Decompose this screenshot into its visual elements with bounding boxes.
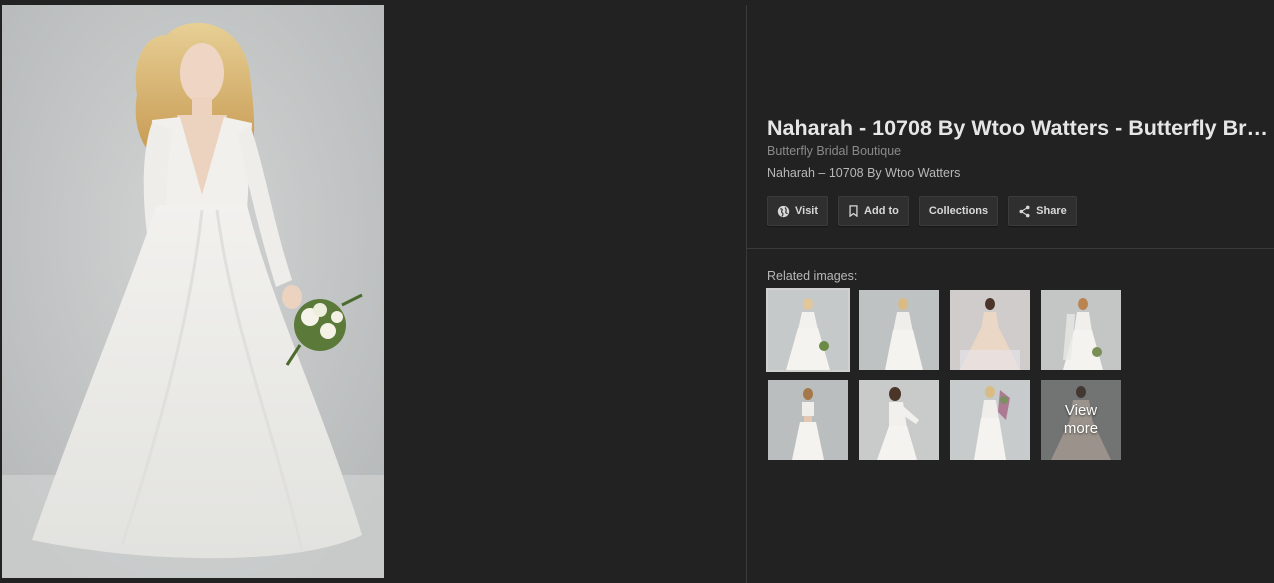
- action-bar: Visit Add to Collections Share: [767, 196, 1077, 226]
- thumbnail-image: [768, 380, 848, 460]
- related-image-5[interactable]: [768, 380, 848, 460]
- share-icon: [1019, 205, 1030, 217]
- thumbnail-image: [859, 290, 939, 370]
- visit-label: Visit: [795, 205, 819, 217]
- related-image-3[interactable]: [950, 290, 1030, 370]
- thumbnail-image: [1041, 290, 1121, 370]
- view-more-overlay: View more: [1041, 380, 1121, 460]
- image-info: Naharah - 10708 By Wtoo Watters - Butter…: [767, 114, 1272, 181]
- thumbnail-image: [859, 380, 939, 460]
- view-more-label: View more: [1063, 402, 1099, 437]
- related-images-grid: View more: [766, 288, 1121, 460]
- image-source: Butterfly Bridal Boutique: [767, 144, 902, 158]
- image-viewer: Naharah - 10708 By Wtoo Watters - Butter…: [0, 0, 1274, 583]
- share-label: Share: [1036, 205, 1067, 217]
- add-to-button[interactable]: Add to: [838, 196, 909, 226]
- collections-button[interactable]: Collections: [918, 196, 999, 226]
- thumbnail-image: [950, 290, 1030, 370]
- related-image-4[interactable]: [1041, 290, 1121, 370]
- share-button[interactable]: Share: [1008, 196, 1077, 226]
- bookmark-icon: [849, 205, 858, 217]
- related-images-label: Related images:: [767, 269, 858, 283]
- image-title[interactable]: Naharah - 10708 By Wtoo Watters - Butter…: [767, 114, 1272, 142]
- collections-label: Collections: [928, 205, 989, 217]
- add-to-label: Add to: [864, 205, 899, 217]
- image-description: Naharah – 10708 By Wtoo Watters: [767, 166, 961, 180]
- related-image-7[interactable]: [950, 380, 1030, 460]
- related-image-2[interactable]: [859, 290, 939, 370]
- thumbnail-image: [768, 290, 848, 370]
- view-more-tile[interactable]: View more: [1041, 380, 1121, 460]
- related-image-1[interactable]: [766, 288, 850, 372]
- visit-button[interactable]: Visit: [767, 196, 829, 226]
- related-image-6[interactable]: [859, 380, 939, 460]
- section-divider: [747, 248, 1274, 249]
- bride-photo: [2, 5, 384, 578]
- main-image[interactable]: [2, 5, 384, 578]
- thumbnail-image: [950, 380, 1030, 460]
- globe-icon: [777, 205, 790, 217]
- panel-divider: [746, 5, 747, 583]
